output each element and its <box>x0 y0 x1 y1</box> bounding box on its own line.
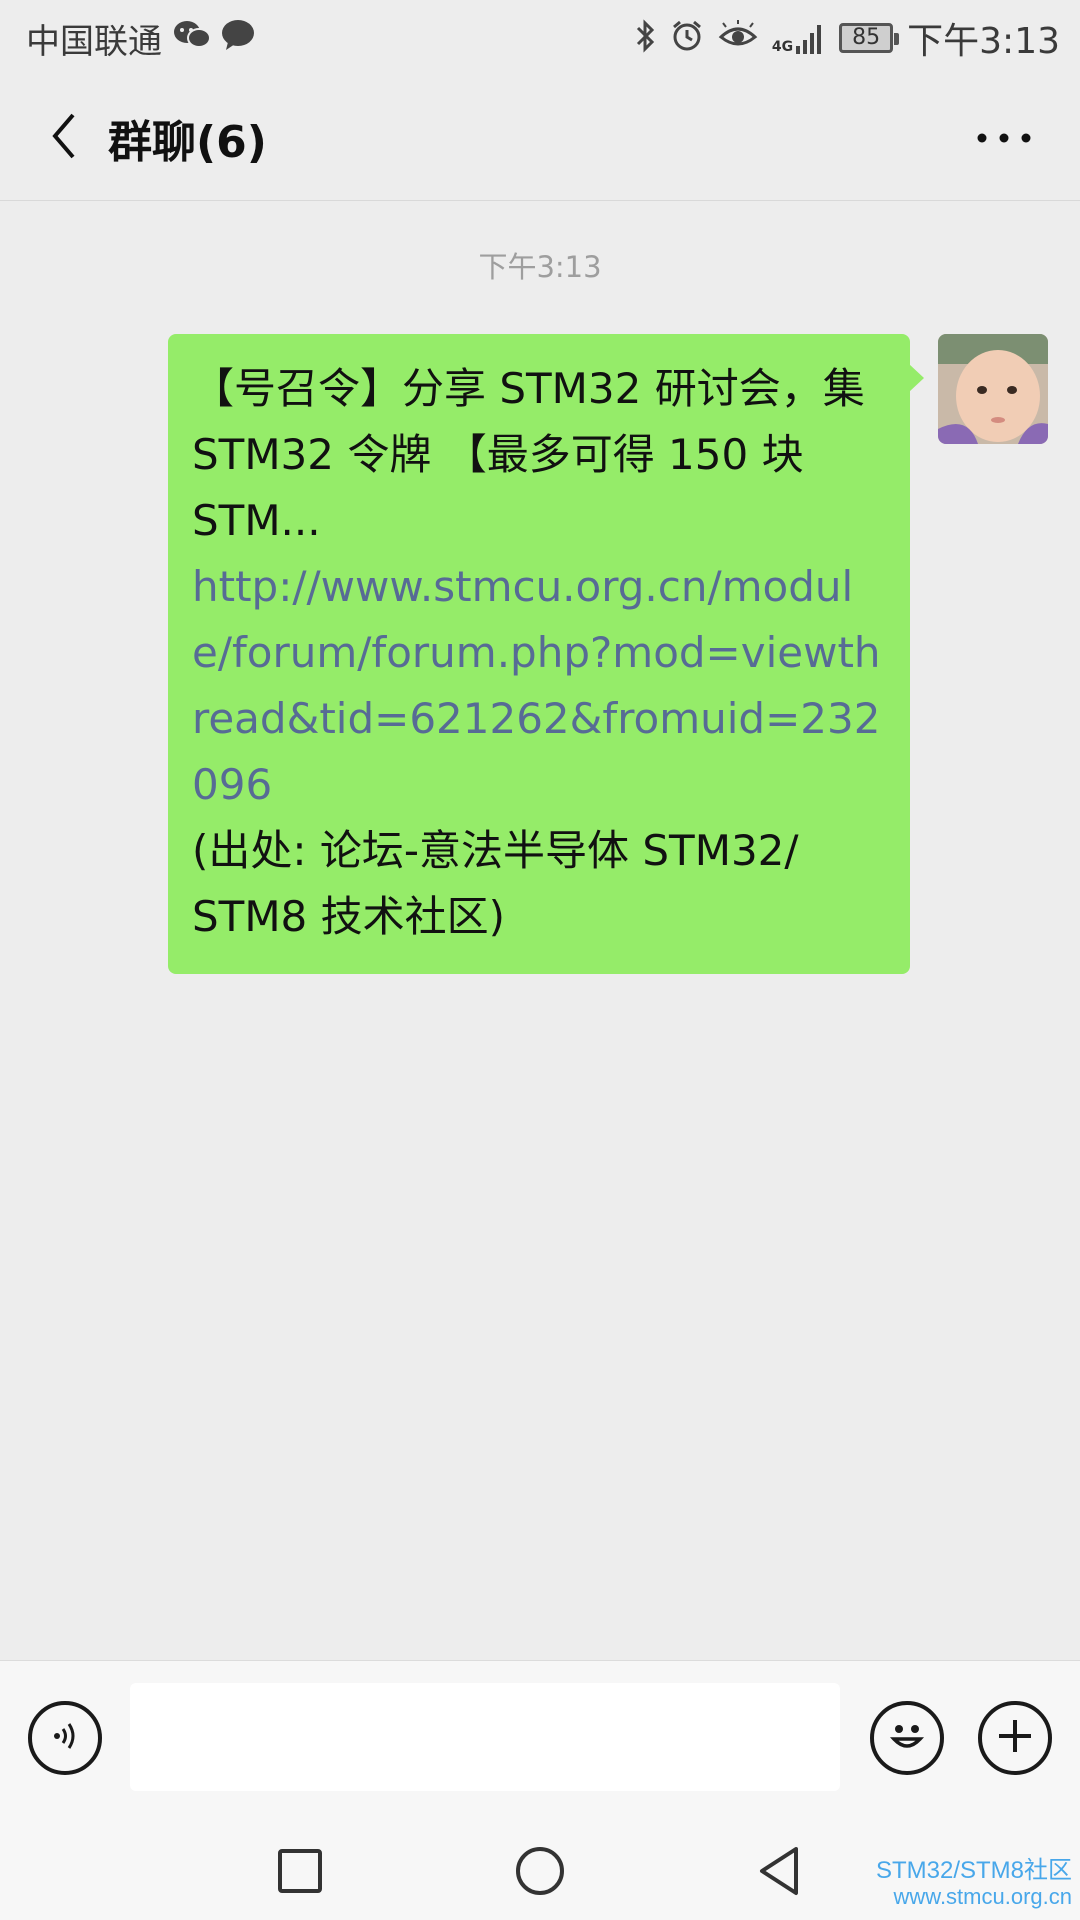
back-button[interactable] <box>26 100 102 176</box>
message-link[interactable]: http://www.stmcu.org.cn/module/forum/for… <box>192 554 888 818</box>
message-timestamp: 下午3:13 <box>478 250 602 284</box>
status-right: 4G 85 下午3:13 <box>634 12 1060 64</box>
system-nav-bar: STM32/STM8社区 www.stmcu.org.cn <box>0 1820 1080 1920</box>
home-circle-icon <box>514 1845 566 1901</box>
chat-header: 群聊(6) <box>0 76 1080 201</box>
battery-icon: 85 <box>839 23 900 53</box>
carrier-name: 中国联通 <box>26 22 162 62</box>
chat-title: 群聊(6) <box>108 117 267 168</box>
recents-button[interactable] <box>260 1838 340 1908</box>
status-time: 下午3:13 <box>907 21 1060 62</box>
voice-icon <box>45 1716 85 1760</box>
message-icon <box>220 18 256 56</box>
more-horizontal-icon <box>976 129 1032 148</box>
watermark: STM32/STM8社区 www.stmcu.org.cn <box>876 1858 1072 1910</box>
recents-square-icon <box>276 1847 324 1899</box>
network-type: 4G <box>771 39 794 55</box>
home-button[interactable] <box>500 1838 580 1908</box>
back-triangle-icon <box>756 1845 804 1901</box>
alarm-icon <box>670 19 704 57</box>
chevron-left-icon <box>47 111 81 165</box>
notification-icons <box>172 18 256 56</box>
emoji-button[interactable] <box>870 1701 944 1775</box>
nav-back-button[interactable] <box>740 1838 820 1908</box>
plus-icon <box>993 1714 1037 1762</box>
message-input[interactable] <box>130 1683 840 1791</box>
more-functions-button[interactable] <box>978 1701 1052 1775</box>
avatar[interactable] <box>938 334 1048 444</box>
watermark-title: STM32/STM8社区 <box>875 1857 1072 1884</box>
message-text: 【号召令】分享 STM32 研讨会，集 STM32 令牌 【最多可得 150 块… <box>192 364 865 545</box>
bluetooth-icon <box>634 19 656 57</box>
signal-icon: 4G <box>772 22 825 54</box>
voice-button[interactable] <box>28 1701 102 1775</box>
watermark-url: www.stmcu.org.cn <box>893 1884 1073 1909</box>
more-button[interactable] <box>964 100 1044 176</box>
eye-icon <box>718 19 758 57</box>
message-source: (出处: 论坛-意法半导体 STM32/ STM8 技术社区) <box>192 826 799 941</box>
input-bar <box>0 1660 1080 1821</box>
status-bar: 中国联通 4G 85 下午3:13 <box>0 0 1080 76</box>
wechat-icon <box>172 18 212 56</box>
message-bubble[interactable]: 【号召令】分享 STM32 研讨会，集 STM32 令牌 【最多可得 150 块… <box>168 334 924 974</box>
emoji-icon <box>882 1711 932 1765</box>
